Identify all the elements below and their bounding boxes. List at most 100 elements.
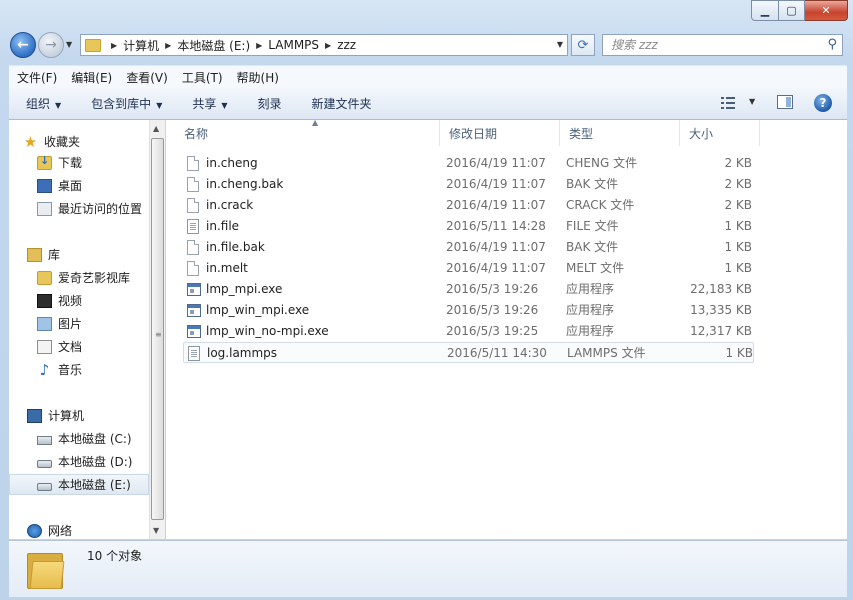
arrow-right-icon: → [45,37,57,53]
chevron-right-icon[interactable]: ▶ [256,41,262,50]
nav-item-label: 爱奇艺影视库 [58,271,131,285]
file-type: CHENG 文件 [566,156,638,170]
command-bar: 组织 ▼ 包含到库中 ▼ 共享 ▼ 刻录 新建文件夹 ▼ ? [9,88,847,120]
file-row[interactable]: in.cheng.bak 2016/4/19 11:07 BAK 文件 2 KB [183,174,754,195]
search-input[interactable] [611,38,811,52]
column-header-type[interactable]: 类型 [560,120,680,146]
file-name: in.file.bak [206,240,265,254]
nav-item-drive-d[interactable]: 本地磁盘 (D:) [9,451,149,472]
file-size: 2 KB [724,177,752,191]
download-folder-icon [37,154,52,170]
scroll-up-icon[interactable]: ▲ [153,124,159,133]
address-dropdown-icon[interactable]: ▼ [557,40,563,49]
column-header-name-label: 名称 [184,126,209,141]
application-icon [187,304,201,317]
file-type: 应用程序 [566,282,615,296]
scroll-down-icon[interactable]: ▼ [153,526,159,535]
nav-item-label: 桌面 [58,179,83,193]
drive-icon [37,459,52,468]
file-size: 13,335 KB [690,303,752,317]
file-row[interactable]: in.melt 2016/4/19 11:07 MELT 文件 1 KB [183,258,754,279]
file-row[interactable]: lmp_win_no-mpi.exe 2016/5/3 19:25 应用程序 12,3… [183,321,754,342]
column-header-date[interactable]: 修改日期 [440,120,560,146]
arrow-left-icon: ← [17,37,29,53]
nav-libraries-label: 库 [48,248,61,262]
help-icon[interactable]: ? [814,94,832,112]
nav-item-videos[interactable]: 视频 [9,290,149,311]
address-bar[interactable]: ▶ 计算机 ▶ 本地磁盘 (E:) ▶ LAMMPS ▶ zzz ▼ [80,34,568,56]
nav-network[interactable]: 网络 [9,520,149,539]
explorer-window: ▁ ▢ ✕ ← → ▼ ▶ 计算机 ▶ 本地磁盘 (E:) ▶ LAMMPS ▶… [0,0,853,600]
file-date: 2016/5/3 19:26 [446,282,539,296]
library-icon [27,247,42,262]
chevron-right-icon[interactable]: ▶ [325,41,331,50]
file-type: CRACK 文件 [566,198,635,212]
minimize-button[interactable]: ▁ [751,0,779,21]
document-icon [187,177,199,192]
column-header-name[interactable]: 名称 ▲ [175,120,440,146]
file-row[interactable]: in.file 2016/5/11 14:28 FILE 文件 1 KB [183,216,754,237]
refresh-button[interactable]: ⟳ [571,34,595,56]
breadcrumb-zzz[interactable]: zzz [337,38,356,52]
preview-pane-icon[interactable] [777,95,793,109]
breadcrumb-lammps[interactable]: LAMMPS [268,38,319,52]
file-row[interactable]: lmp_win_mpi.exe 2016/5/3 19:26 应用程序 13,335 … [183,300,754,321]
back-button[interactable]: ← [10,32,36,58]
file-row[interactable]: in.cheng 2016/4/19 11:07 CHENG 文件 2 KB [183,153,754,174]
chevron-right-icon[interactable]: ▶ [165,41,171,50]
file-row[interactable]: in.file.bak 2016/4/19 11:07 BAK 文件 1 KB [183,237,754,258]
organize-button[interactable]: 组织 ▼ [9,95,74,112]
file-type: BAK 文件 [566,177,619,191]
nav-item-desktop[interactable]: 桌面 [9,175,149,196]
file-date: 2016/5/11 14:30 [447,346,547,360]
file-name: in.crack [206,198,254,212]
file-row[interactable]: in.crack 2016/4/19 11:07 CRACK 文件 2 KB [183,195,754,216]
file-name: in.file [206,219,240,233]
file-date: 2016/4/19 11:07 [446,261,546,275]
chevron-right-icon[interactable]: ▶ [111,41,117,50]
file-row[interactable]: log.lammps 2016/5/11 14:30 LAMMPS 文件 1 KB [183,342,754,363]
view-options-icon[interactable] [721,97,735,109]
nav-item-drive-c[interactable]: 本地磁盘 (C:) [9,428,149,449]
item-count: 10 个对象 [87,549,143,563]
search-box[interactable]: ⚲ [602,34,843,56]
column-header-size[interactable]: 大小 [680,120,760,146]
nav-item-pictures[interactable]: 图片 [9,313,149,334]
burn-button[interactable]: 刻录 [241,95,295,112]
nav-item-music[interactable]: ♪ 音乐 [9,359,149,380]
menu-help[interactable]: 帮助(H) [229,69,285,86]
nav-item-downloads[interactable]: 下载 [9,152,149,173]
nav-item-documents[interactable]: 文档 [9,336,149,357]
recent-pages-dropdown[interactable]: ▼ [66,40,72,49]
nav-computer[interactable]: 计算机 [9,405,149,426]
navigation-scrollbar[interactable]: ▲ ≡ ▼ [149,120,165,539]
nav-item-drive-e[interactable]: 本地磁盘 (E:) [9,474,149,495]
breadcrumb-computer[interactable]: 计算机 [123,37,159,54]
search-icon[interactable]: ⚲ [827,37,837,52]
share-button[interactable]: 共享 ▼ [175,95,240,112]
menu-edit[interactable]: 编辑(E) [63,69,118,86]
menu-view[interactable]: 查看(V) [118,69,174,86]
close-button[interactable]: ✕ [805,0,848,21]
include-in-library-button[interactable]: 包含到库中 ▼ [74,95,175,112]
nav-libraries[interactable]: 库 [9,244,149,265]
breadcrumb-drive-e[interactable]: 本地磁盘 (E:) [177,37,250,54]
folder-icon [37,270,52,285]
file-row[interactable]: lmp_mpi.exe 2016/5/3 19:26 应用程序 22,183 KB [183,279,754,300]
nav-item-iqiyi-library[interactable]: 爱奇艺影视库 [9,267,149,288]
new-folder-button[interactable]: 新建文件夹 [295,95,385,112]
file-size: 1 KB [724,240,752,254]
file-size: 2 KB [724,156,752,170]
file-type: 应用程序 [566,324,615,338]
nav-item-recent-places[interactable]: 最近访问的位置 [9,198,149,219]
view-options-dropdown-icon[interactable]: ▼ [749,97,755,106]
file-size: 2 KB [724,198,752,212]
scrollbar-thumb[interactable]: ≡ [151,138,164,520]
file-type: 应用程序 [566,303,615,317]
menu-file[interactable]: 文件(F) [9,69,63,86]
menu-tools[interactable]: 工具(T) [174,69,229,86]
nav-favorites[interactable]: ★ 收藏夹 [9,131,149,152]
drive-icon [37,482,52,491]
forward-button[interactable]: → [38,32,64,58]
maximize-button[interactable]: ▢ [779,0,805,21]
